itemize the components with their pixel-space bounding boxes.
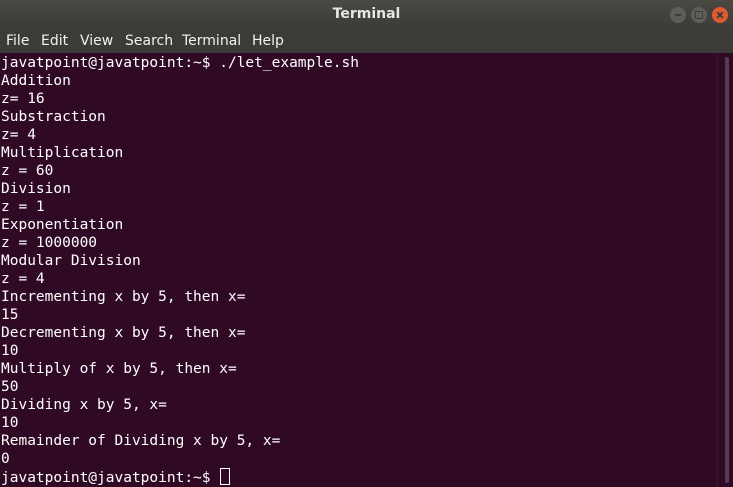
menu-search[interactable]: Search [125, 33, 173, 50]
maximize-icon[interactable] [691, 7, 707, 23]
output-line: javatpoint@javatpoint:~$ ./let_example.s… [1, 55, 359, 71]
output-line: Division [1, 181, 71, 197]
output-line: Modular Division [1, 253, 141, 269]
output-line: z = 1 [1, 199, 45, 215]
prompt-line[interactable]: javatpoint@javatpoint:~$ [1, 468, 231, 486]
menu-edit[interactable]: Edit [41, 33, 68, 50]
output-line: z = 4 [1, 271, 45, 287]
output-line: Incrementing x by 5, then x= [1, 289, 246, 305]
output-line: z= 16 [1, 91, 45, 107]
output-line: 10 [1, 343, 19, 359]
output-line: Substraction [1, 109, 106, 125]
text-cursor [220, 468, 231, 485]
shell-prompt: javatpoint@javatpoint:~$ [1, 470, 220, 486]
output-line: Multiplication [1, 145, 124, 161]
menu-bar: File Edit View Search Terminal Help [0, 29, 733, 53]
output-line: Exponentiation [1, 217, 124, 233]
output-line: z = 60 [1, 163, 54, 179]
output-line: 0 [1, 451, 10, 467]
output-line: Multiply of x by 5, then x= [1, 361, 237, 377]
output-line: 50 [1, 379, 19, 395]
menu-help[interactable]: Help [252, 33, 284, 50]
menu-file[interactable]: File [6, 33, 29, 50]
output-line: z= 4 [1, 127, 36, 143]
output-line: Addition [1, 73, 71, 89]
minimize-icon[interactable] [670, 7, 686, 23]
terminal-window: Terminal File Edit View Search Terminal … [0, 0, 733, 487]
menu-view[interactable]: View [80, 33, 113, 50]
scrollbar-thumb[interactable] [725, 57, 729, 483]
output-line: Remainder of Dividing x by 5, x= [1, 433, 281, 449]
vertical-scrollbar[interactable] [717, 53, 733, 487]
menu-terminal[interactable]: Terminal [182, 33, 241, 50]
close-icon[interactable] [712, 7, 728, 23]
output-line: Decrementing x by 5, then x= [1, 325, 246, 341]
window-title: Terminal [332, 6, 401, 22]
output-line: Dividing x by 5, x= [1, 397, 167, 413]
output-line: 10 [1, 415, 19, 431]
terminal-output[interactable]: javatpoint@javatpoint:~$ ./let_example.s… [0, 53, 717, 487]
title-bar[interactable]: Terminal [0, 0, 733, 29]
output-line: z = 1000000 [1, 235, 98, 251]
output-line: 15 [1, 307, 19, 323]
